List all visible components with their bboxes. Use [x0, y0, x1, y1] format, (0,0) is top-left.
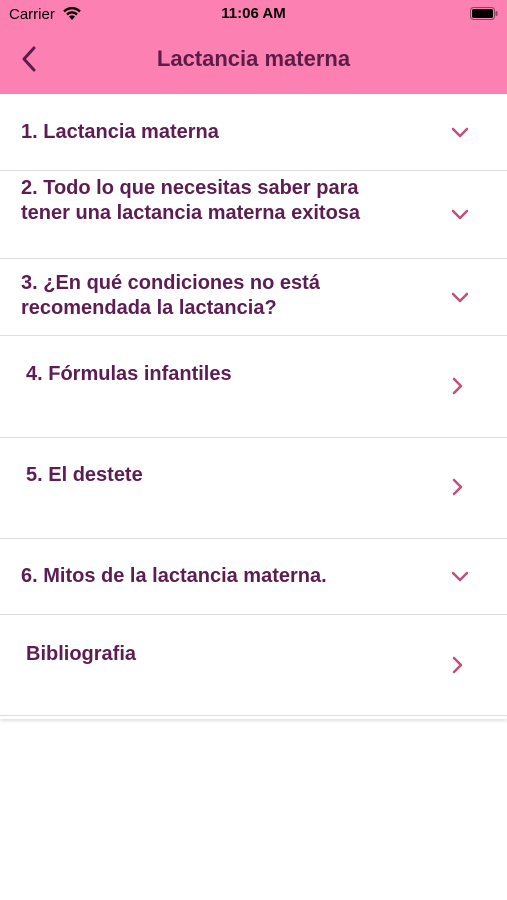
- chevron-right-icon: [452, 377, 463, 395]
- list-card-shadow: [0, 715, 507, 719]
- list-item[interactable]: 4. Fórmulas infantiles: [0, 336, 507, 438]
- item-label: 3. ¿En qué condiciones no está recomenda…: [21, 272, 320, 319]
- chevron-down-icon: [451, 127, 469, 138]
- status-bar: Carrier 11:06 AM: [0, 0, 507, 28]
- item-label: 6. Mitos de la lactancia materna.: [21, 565, 327, 587]
- list-item[interactable]: 6. Mitos de la lactancia materna.: [0, 539, 507, 615]
- app-header: Carrier 11:06 AM Lactancia materna: [0, 0, 507, 94]
- list-item[interactable]: 3. ¿En qué condiciones no está recomenda…: [0, 259, 507, 336]
- list-item[interactable]: Bibliografia: [0, 615, 507, 716]
- page-title: Lactancia materna: [156, 46, 351, 71]
- item-label: 1. Lactancia materna: [21, 121, 219, 143]
- list-item[interactable]: 5. El destete: [0, 438, 507, 539]
- item-label: 4. Fórmulas infantiles: [26, 363, 232, 385]
- chevron-down-icon: [451, 292, 469, 303]
- list-item[interactable]: 2. Todo lo que necesitas saber para tene…: [0, 171, 507, 259]
- battery-icon: [470, 7, 498, 20]
- status-time: 11:06 AM: [221, 5, 286, 22]
- list-item[interactable]: 1. Lactancia materna: [0, 94, 507, 171]
- chevron-right-icon: [452, 478, 463, 496]
- item-label: 2. Todo lo que necesitas saber para tene…: [21, 177, 361, 224]
- item-label: 5. El destete: [26, 464, 143, 486]
- chevron-down-icon: [451, 571, 469, 582]
- chevron-down-icon: [451, 209, 469, 220]
- item-label: Bibliografia: [26, 643, 137, 665]
- chevron-right-icon: [452, 656, 463, 674]
